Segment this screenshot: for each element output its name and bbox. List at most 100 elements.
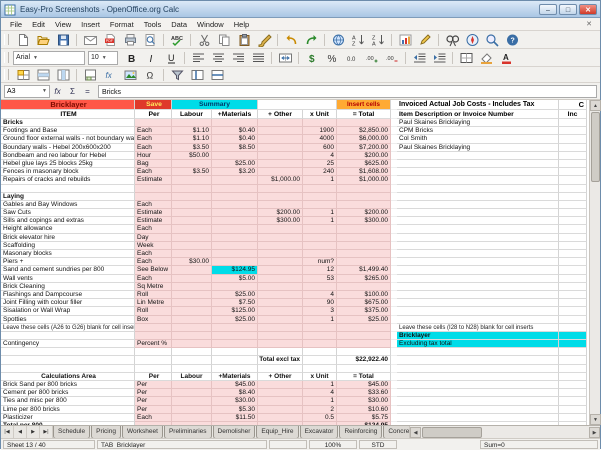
sheet-row[interactable]: SpottiesBox$25.001$25.00 (1, 316, 591, 324)
cell[interactable]: Excluding tax total (397, 340, 559, 348)
cell[interactable] (303, 185, 337, 193)
cell[interactable]: $8.50 (212, 144, 258, 152)
cell[interactable]: 25 (303, 160, 337, 168)
cell[interactable] (172, 242, 212, 250)
cell[interactable]: $1.10 (172, 127, 212, 135)
cell[interactable]: $22,922.40 (337, 356, 391, 364)
export-pdf-icon[interactable]: PDF (100, 31, 120, 49)
cell[interactable]: $30.00 (337, 397, 391, 405)
cell[interactable] (559, 332, 587, 340)
sheet-row[interactable]: Cement per 800 bricksPer$8.404$33.60 (1, 389, 591, 397)
add-decimal-icon[interactable]: .00 (362, 49, 382, 67)
cell[interactable] (559, 275, 587, 283)
cell[interactable] (172, 119, 212, 127)
cell[interactable] (172, 217, 212, 225)
cell[interactable]: $1,499.40 (337, 266, 391, 274)
cell[interactable] (172, 340, 212, 348)
cell[interactable]: 53 (303, 275, 337, 283)
cell[interactable] (559, 176, 587, 184)
cell[interactable]: Bag (135, 160, 172, 168)
cell[interactable] (212, 242, 258, 250)
cell[interactable] (258, 193, 303, 201)
cell[interactable] (337, 185, 391, 193)
sheet-row[interactable] (1, 185, 591, 193)
cell[interactable] (397, 266, 559, 274)
next-sheet-icon[interactable]: ▶ (27, 426, 40, 438)
cell[interactable] (337, 193, 391, 201)
cell[interactable]: $25.00 (212, 291, 258, 299)
save-cell-button[interactable]: Save (135, 100, 172, 110)
cell[interactable] (559, 119, 587, 127)
cell[interactable]: Brick Cleaning (1, 283, 135, 291)
cell[interactable] (212, 340, 258, 348)
cell[interactable] (303, 332, 337, 340)
cell[interactable] (172, 209, 212, 217)
cell[interactable]: $200.00 (337, 152, 391, 160)
cell[interactable] (212, 176, 258, 184)
cell[interactable]: Bondbeam and reo labour for Hebel (1, 152, 135, 160)
sheet-row[interactable]: PlasticizerEach$11.500.5$5.75 (1, 414, 591, 422)
cell[interactable] (258, 365, 303, 373)
cell[interactable]: Each (135, 258, 172, 266)
function-icon[interactable]: = (80, 85, 95, 98)
cell[interactable]: $2,850.00 (337, 127, 391, 135)
sheet-row[interactable]: Sand and cement sundries per 800See Belo… (1, 266, 591, 274)
chevron-down-icon[interactable]: ▼ (102, 55, 107, 61)
cell[interactable] (172, 365, 212, 373)
cell[interactable] (212, 258, 258, 266)
cell[interactable] (1, 356, 135, 364)
sheet-row[interactable]: Gables and Bay WindowsEach (1, 201, 591, 209)
sheet-row[interactable]: Joint Filling with colour fillerLin Metr… (1, 299, 591, 307)
cell[interactable]: See Below (135, 266, 172, 274)
sheet-row[interactable]: Footings and BaseEach$1.10$0.401900$2,85… (1, 127, 591, 135)
cell[interactable]: Flashings and Dampcourse (1, 291, 135, 299)
cell[interactable] (258, 144, 303, 152)
cell[interactable]: Roll (135, 291, 172, 299)
cell[interactable] (559, 258, 587, 266)
cell[interactable] (258, 397, 303, 405)
cell[interactable] (135, 185, 172, 193)
bold-icon[interactable]: B (121, 49, 141, 67)
print-icon[interactable] (120, 31, 140, 49)
cell[interactable]: Each (135, 225, 172, 233)
cell[interactable] (172, 324, 212, 332)
cell[interactable] (135, 193, 172, 201)
cell[interactable]: + Other (258, 373, 303, 381)
cell[interactable] (258, 266, 303, 274)
cell[interactable] (397, 381, 559, 389)
freeze-panes-icon[interactable] (187, 66, 207, 84)
chevron-down-icon[interactable]: ▼ (33, 55, 38, 61)
cell[interactable]: Per (135, 381, 172, 389)
sheet-row[interactable]: Laying (1, 193, 591, 201)
paste-icon[interactable] (234, 31, 254, 49)
sheet-row[interactable]: Boundary walls - Hebel 200x600x200Each$3… (1, 144, 591, 152)
cell[interactable] (559, 242, 587, 250)
cell[interactable] (559, 225, 587, 233)
cell[interactable]: Wall vents (1, 275, 135, 283)
cell[interactable] (397, 193, 559, 201)
cell[interactable] (397, 389, 559, 397)
cell[interactable] (337, 201, 391, 209)
cell[interactable]: Per (135, 389, 172, 397)
cell[interactable]: $30.00 (212, 397, 258, 405)
cell[interactable]: Per (135, 373, 172, 381)
cell[interactable]: Contingency (1, 340, 135, 348)
cell[interactable] (212, 152, 258, 160)
cell[interactable]: Lin Metre (135, 299, 172, 307)
cell[interactable]: Leave these cells (I28 to N28) blank for… (397, 324, 559, 332)
cell[interactable] (172, 234, 212, 242)
cell[interactable] (559, 414, 587, 422)
maximize-button[interactable]: □ (559, 4, 577, 15)
cell[interactable] (135, 332, 172, 340)
cell[interactable] (172, 381, 212, 389)
cell[interactable] (337, 348, 391, 356)
background-color-icon[interactable] (476, 49, 496, 67)
sheet-row[interactable] (1, 348, 591, 356)
cell[interactable] (212, 348, 258, 356)
cell[interactable]: Sisalation or Wall Wrap (1, 307, 135, 315)
cell[interactable] (559, 406, 587, 414)
cell[interactable] (172, 250, 212, 258)
cell[interactable]: Each (135, 201, 172, 209)
cell[interactable]: 1 (303, 381, 337, 389)
menu-file[interactable]: File (5, 18, 27, 30)
